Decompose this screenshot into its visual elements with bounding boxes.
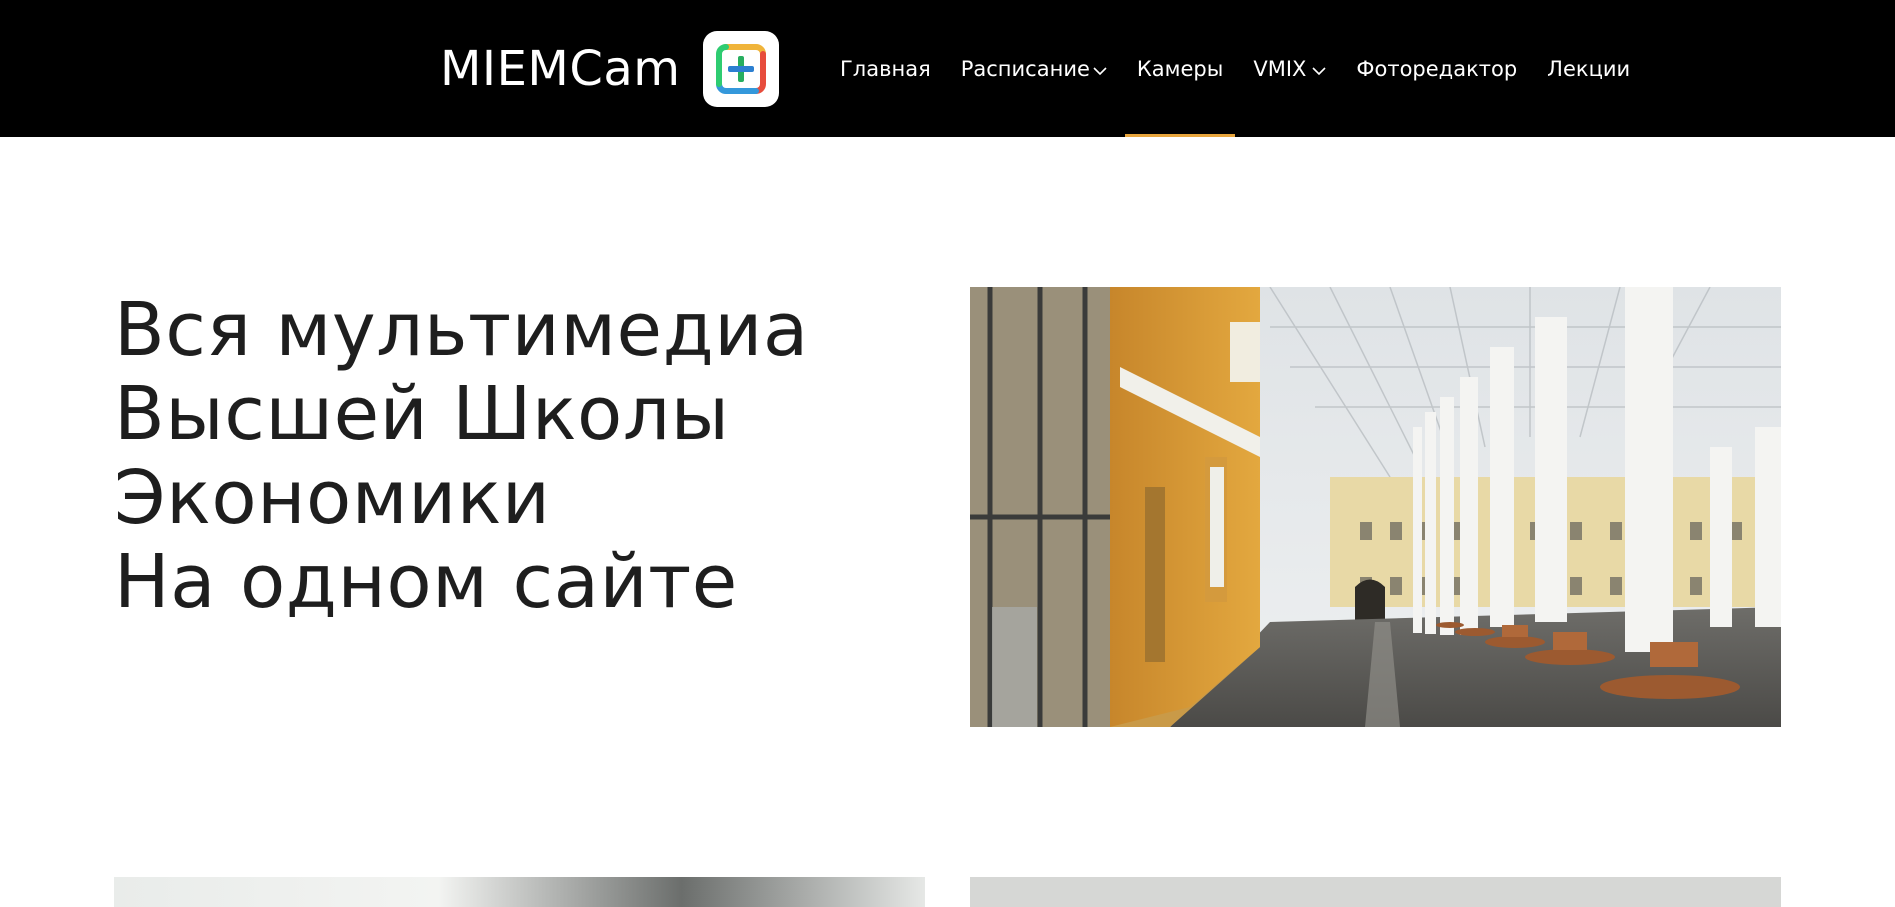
hero-atrium-image bbox=[970, 287, 1781, 727]
nav-item-vmix[interactable]: VMIX bbox=[1253, 0, 1326, 137]
nav-label: VMIX bbox=[1253, 56, 1307, 81]
nav-item-cameras[interactable]: Камеры bbox=[1124, 0, 1236, 137]
hero-line: На одном сайте bbox=[114, 539, 738, 625]
main-nav: Главная Расписание Камеры VMIX Фоторедак… bbox=[840, 0, 1660, 137]
nav-item-schedule[interactable]: Расписание bbox=[961, 0, 1107, 137]
preview-card-left[interactable] bbox=[114, 877, 925, 907]
hero-line: Экономики bbox=[114, 455, 551, 541]
nav-label: Камеры bbox=[1136, 56, 1224, 81]
nav-item-lectures[interactable]: Лекции bbox=[1547, 0, 1630, 137]
logo-text: MIEMCam bbox=[440, 41, 681, 97]
preview-card-right[interactable] bbox=[970, 877, 1781, 907]
logo-link[interactable]: MIEMCam bbox=[440, 30, 779, 108]
nav-item-home[interactable]: Главная bbox=[840, 0, 931, 137]
nav-item-photo-editor[interactable]: Фоторедактор bbox=[1356, 0, 1517, 137]
nav-label: Расписание bbox=[960, 56, 1090, 81]
site-header: MIEMCam Главная Расписание Камеры VMIX Ф… bbox=[0, 0, 1895, 137]
plus-logo-icon bbox=[702, 31, 779, 107]
nav-label: Фоторедактор bbox=[1356, 56, 1518, 81]
nav-label: Лекции bbox=[1547, 56, 1631, 81]
hero-title: Вся мультимедиа Высшей Школы Экономики Н… bbox=[114, 288, 834, 624]
hero-line: Высшей Школы bbox=[114, 371, 730, 457]
chevron-down-icon bbox=[1093, 57, 1107, 81]
hero-line: Вся мультимедиа bbox=[114, 287, 809, 373]
nav-label: Главная bbox=[840, 56, 931, 81]
chevron-down-icon bbox=[1312, 57, 1326, 81]
